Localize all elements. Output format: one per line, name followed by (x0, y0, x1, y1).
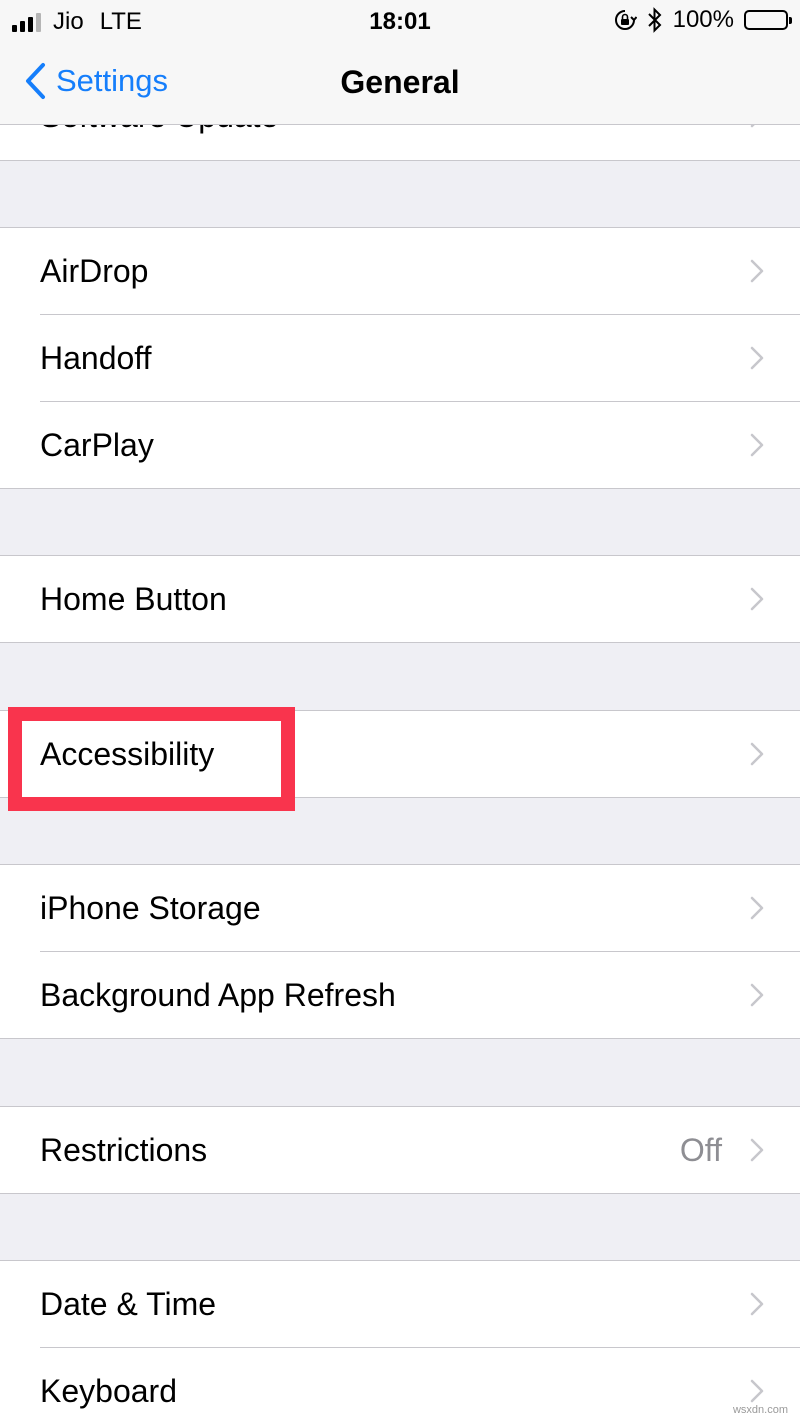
chevron-right-icon (750, 433, 764, 457)
row-label: Home Button (40, 581, 227, 617)
row-label: AirDrop (40, 253, 149, 289)
row-label: Keyboard (40, 1373, 177, 1409)
status-bar: Jio LTE 18:01 100% (0, 0, 800, 44)
handoff-row[interactable]: Handoff (0, 315, 800, 402)
chevron-right-icon (750, 896, 764, 920)
carplay-row[interactable]: CarPlay (0, 402, 800, 489)
chevron-right-icon (750, 259, 764, 283)
chevron-right-icon (750, 1379, 764, 1403)
back-button-label: Settings (56, 63, 169, 98)
chevron-right-icon (750, 742, 764, 766)
row-label: Date & Time (40, 1286, 217, 1322)
restrictions-row[interactable]: Restrictions Off (0, 1107, 800, 1194)
watermark: wsxdn.com (732, 1404, 788, 1416)
back-button[interactable]: Settings (24, 62, 168, 100)
chevron-right-icon (750, 1138, 764, 1162)
row-label: Accessibility (40, 736, 215, 772)
bluetooth-icon (647, 7, 662, 33)
chevron-right-icon (750, 125, 755, 128)
status-bar-left: Jio LTE (12, 8, 142, 36)
group-divider (0, 488, 800, 489)
battery-icon (744, 10, 792, 30)
chevron-right-icon (750, 587, 764, 611)
carrier-name: Jio (53, 8, 84, 35)
signal-strength-icon (12, 12, 41, 32)
accessibility-row[interactable]: Accessibility (0, 711, 800, 798)
group-divider (0, 160, 800, 161)
row-label: Background App Refresh (40, 977, 396, 1013)
chevron-right-icon (750, 983, 764, 1007)
row-label: Restrictions (40, 1132, 208, 1168)
date-time-row[interactable]: Date & Time (0, 1261, 800, 1348)
battery-percentage: 100% (672, 6, 734, 33)
group-divider (0, 1038, 800, 1039)
iphone-storage-row[interactable]: iPhone Storage (0, 865, 800, 952)
row-label: Handoff (40, 340, 152, 376)
software-update-row[interactable]: Software Update (0, 125, 800, 160)
home-button-row[interactable]: Home Button (0, 556, 800, 643)
status-bar-right: 100% (613, 6, 792, 34)
navigation-bar: Settings General (0, 44, 800, 125)
chevron-right-icon (750, 346, 764, 370)
row-label: iPhone Storage (40, 890, 261, 926)
row-label: CarPlay (40, 427, 154, 463)
group-divider (0, 642, 800, 643)
keyboard-row[interactable]: Keyboard (0, 1348, 800, 1422)
row-value: Off (679, 1132, 722, 1168)
settings-list[interactable]: Software Update AirDrop Handoff CarPlay … (0, 125, 800, 1422)
airdrop-row[interactable]: AirDrop (0, 228, 800, 315)
row-label: Software Update (40, 125, 278, 160)
group-divider (0, 797, 800, 798)
background-app-refresh-row[interactable]: Background App Refresh (0, 952, 800, 1039)
chevron-right-icon (750, 1292, 764, 1316)
group-divider (0, 1193, 800, 1194)
chevron-left-icon (26, 63, 45, 99)
orientation-lock-icon (614, 10, 637, 30)
network-type: LTE (99, 8, 142, 35)
